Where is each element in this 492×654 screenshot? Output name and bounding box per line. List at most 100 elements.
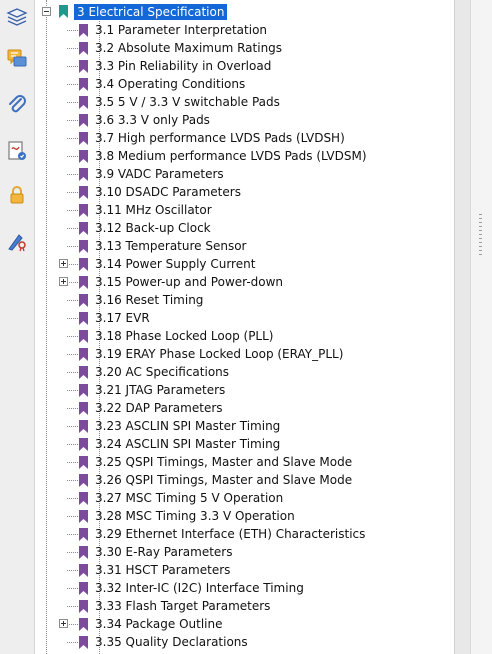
- tree-item[interactable]: 3.13 Temperature Sensor: [34, 237, 454, 255]
- tree-item[interactable]: 3.28 MSC Timing 3.3 V Operation: [34, 507, 454, 525]
- tree-item-label: 3.19 ERAY Phase Locked Loop (ERAY_PLL): [95, 347, 344, 361]
- tree-item-label: 3.11 MHz Oscillator: [95, 203, 212, 217]
- tree-guide-branch: [67, 210, 78, 211]
- tree-item-label: 3.13 Temperature Sensor: [95, 239, 247, 253]
- bookmark-icon: [79, 42, 88, 55]
- tree-guide-branch: [67, 534, 78, 535]
- tree-item-label: 3.9 VADC Parameters: [95, 167, 224, 181]
- paperclip-icon[interactable]: [4, 92, 30, 118]
- tree-guide-branch: [67, 228, 78, 229]
- bookmark-icon: [79, 60, 88, 73]
- tree-item[interactable]: 3.29 Ethernet Interface (ETH) Characteri…: [34, 525, 454, 543]
- tree-item[interactable]: 3.3 Pin Reliability in Overload: [34, 57, 454, 75]
- tree-item-label: 3.15 Power-up and Power-down: [95, 275, 284, 289]
- tree-item[interactable]: 3.11 MHz Oscillator: [34, 201, 454, 219]
- tree-item[interactable]: 3.21 JTAG Parameters: [34, 381, 454, 399]
- expand-icon[interactable]: [59, 619, 68, 628]
- tree-item-label: 3.26 QSPI Timings, Master and Slave Mode: [95, 473, 353, 487]
- comments-icon[interactable]: [4, 46, 30, 72]
- tree-item[interactable]: 3.33 Flash Target Parameters: [34, 597, 454, 615]
- layers-icon[interactable]: [4, 4, 30, 30]
- tree-guide-branch: [67, 138, 78, 139]
- tree-guide-branch: [67, 426, 78, 427]
- tree-item[interactable]: 3.5 5 V / 3.3 V switchable Pads: [34, 93, 454, 111]
- tree-item[interactable]: 3.30 E-Ray Parameters: [34, 543, 454, 561]
- tree-item-label: 3.14 Power Supply Current: [95, 257, 256, 271]
- bookmark-icon: [79, 168, 88, 181]
- tree-item-label: 3.27 MSC Timing 5 V Operation: [95, 491, 284, 505]
- tree-item[interactable]: 3.16 Reset Timing: [34, 291, 454, 309]
- tree-item-label: 3.7 High performance LVDS Pads (LVDSH): [95, 131, 345, 145]
- bookmark-icon: [79, 348, 88, 361]
- tree-item[interactable]: 3.24 ASCLIN SPI Master Timing: [34, 435, 454, 453]
- tree-item-label: 3.31 HSCT Parameters: [95, 563, 231, 577]
- tree-guide-branch: [67, 192, 78, 193]
- tree-item[interactable]: 3.12 Back-up Clock: [34, 219, 454, 237]
- tree-item-label: 3.32 Inter-IC (I2C) Interface Timing: [95, 581, 304, 595]
- bookmark-icon: [79, 618, 88, 631]
- tree-item[interactable]: 3.1 Parameter Interpretation: [34, 21, 454, 39]
- tree-item[interactable]: 3.20 AC Specifications: [34, 363, 454, 381]
- bookmark-icon: [79, 492, 88, 505]
- tree-item[interactable]: 3.19 ERAY Phase Locked Loop (ERAY_PLL): [34, 345, 454, 363]
- tree-item[interactable]: 3.25 QSPI Timings, Master and Slave Mode: [34, 453, 454, 471]
- tree-item[interactable]: 3.8 Medium performance LVDS Pads (LVDSM): [34, 147, 454, 165]
- expand-icon[interactable]: [59, 277, 68, 286]
- lock-icon[interactable]: [4, 182, 30, 208]
- tree-item-label: 3.28 MSC Timing 3.3 V Operation: [95, 509, 295, 523]
- tree-guide-branch: [67, 372, 78, 373]
- tree-item[interactable]: 3.22 DAP Parameters: [34, 399, 454, 417]
- bookmark-icon: [79, 132, 88, 145]
- bookmark-icon: [79, 636, 88, 649]
- tree-item[interactable]: 3.14 Power Supply Current: [34, 255, 454, 273]
- tree-item[interactable]: 3.18 Phase Locked Loop (PLL): [34, 327, 454, 345]
- tree-guide-branch: [67, 462, 78, 463]
- tree-guide-branch: [67, 246, 78, 247]
- expand-icon[interactable]: [59, 259, 68, 268]
- tree-item[interactable]: 3.31 HSCT Parameters: [34, 561, 454, 579]
- tree-guide-branch: [67, 174, 78, 175]
- tree-item[interactable]: 3.23 ASCLIN SPI Master Timing: [34, 417, 454, 435]
- tree-item-label: 3.1 Parameter Interpretation: [95, 23, 268, 37]
- collapse-icon[interactable]: [42, 7, 51, 16]
- tree-item-label: 3.6 3.3 V only Pads: [95, 113, 210, 127]
- tree-item-label: 3.17 EVR: [95, 311, 150, 325]
- tree-item[interactable]: 3.32 Inter-IC (I2C) Interface Timing: [34, 579, 454, 597]
- signature-icon[interactable]: [4, 138, 30, 164]
- tree-item[interactable]: 3.7 High performance LVDS Pads (LVDSH): [34, 129, 454, 147]
- tree-item[interactable]: 3.2 Absolute Maximum Ratings: [34, 39, 454, 57]
- bookmark-icon: [79, 402, 88, 415]
- bookmark-icon: [79, 600, 88, 613]
- scroll-grip[interactable]: [479, 214, 482, 215]
- tree-item[interactable]: 3.26 QSPI Timings, Master and Slave Mode: [34, 471, 454, 489]
- scrollbar[interactable]: [470, 0, 492, 654]
- tree-guide-branch: [67, 354, 78, 355]
- tree-item[interactable]: 3.9 VADC Parameters: [34, 165, 454, 183]
- bookmark-icon: [79, 240, 88, 253]
- tree-item-root[interactable]: 3 Electrical Specification: [34, 3, 454, 21]
- tree-item[interactable]: 3.35 Quality Declarations: [34, 633, 454, 651]
- bookmark-icon: [79, 276, 88, 289]
- bookmark-icon: [79, 564, 88, 577]
- tree-guide-branch: [67, 48, 78, 49]
- tree-guide-branch: [67, 408, 78, 409]
- pen-ribbon-icon[interactable]: [4, 228, 30, 254]
- tree-guide-branch: [67, 480, 78, 481]
- tree-guide-branch: [67, 156, 78, 157]
- tree-item[interactable]: 3.15 Power-up and Power-down: [34, 273, 454, 291]
- tree-item[interactable]: 3.6 3.3 V only Pads: [34, 111, 454, 129]
- bookmark-icon: [79, 24, 88, 37]
- tree-item-label: 3.23 ASCLIN SPI Master Timing: [95, 419, 281, 433]
- tree-guide-branch: [67, 66, 78, 67]
- tree-item[interactable]: 3.27 MSC Timing 5 V Operation: [34, 489, 454, 507]
- tree-item[interactable]: 3.17 EVR: [34, 309, 454, 327]
- tree-item[interactable]: 3.34 Package Outline: [34, 615, 454, 633]
- bookmark-icon: [79, 420, 88, 433]
- bookmark-icon: [79, 438, 88, 451]
- tree-guide-branch: [67, 300, 78, 301]
- tree-item[interactable]: 3.4 Operating Conditions: [34, 75, 454, 93]
- bookmark-icon: [79, 312, 88, 325]
- tree-guide-branch: [67, 102, 78, 103]
- tree-guide-branch: [67, 444, 78, 445]
- tree-item[interactable]: 3.10 DSADC Parameters: [34, 183, 454, 201]
